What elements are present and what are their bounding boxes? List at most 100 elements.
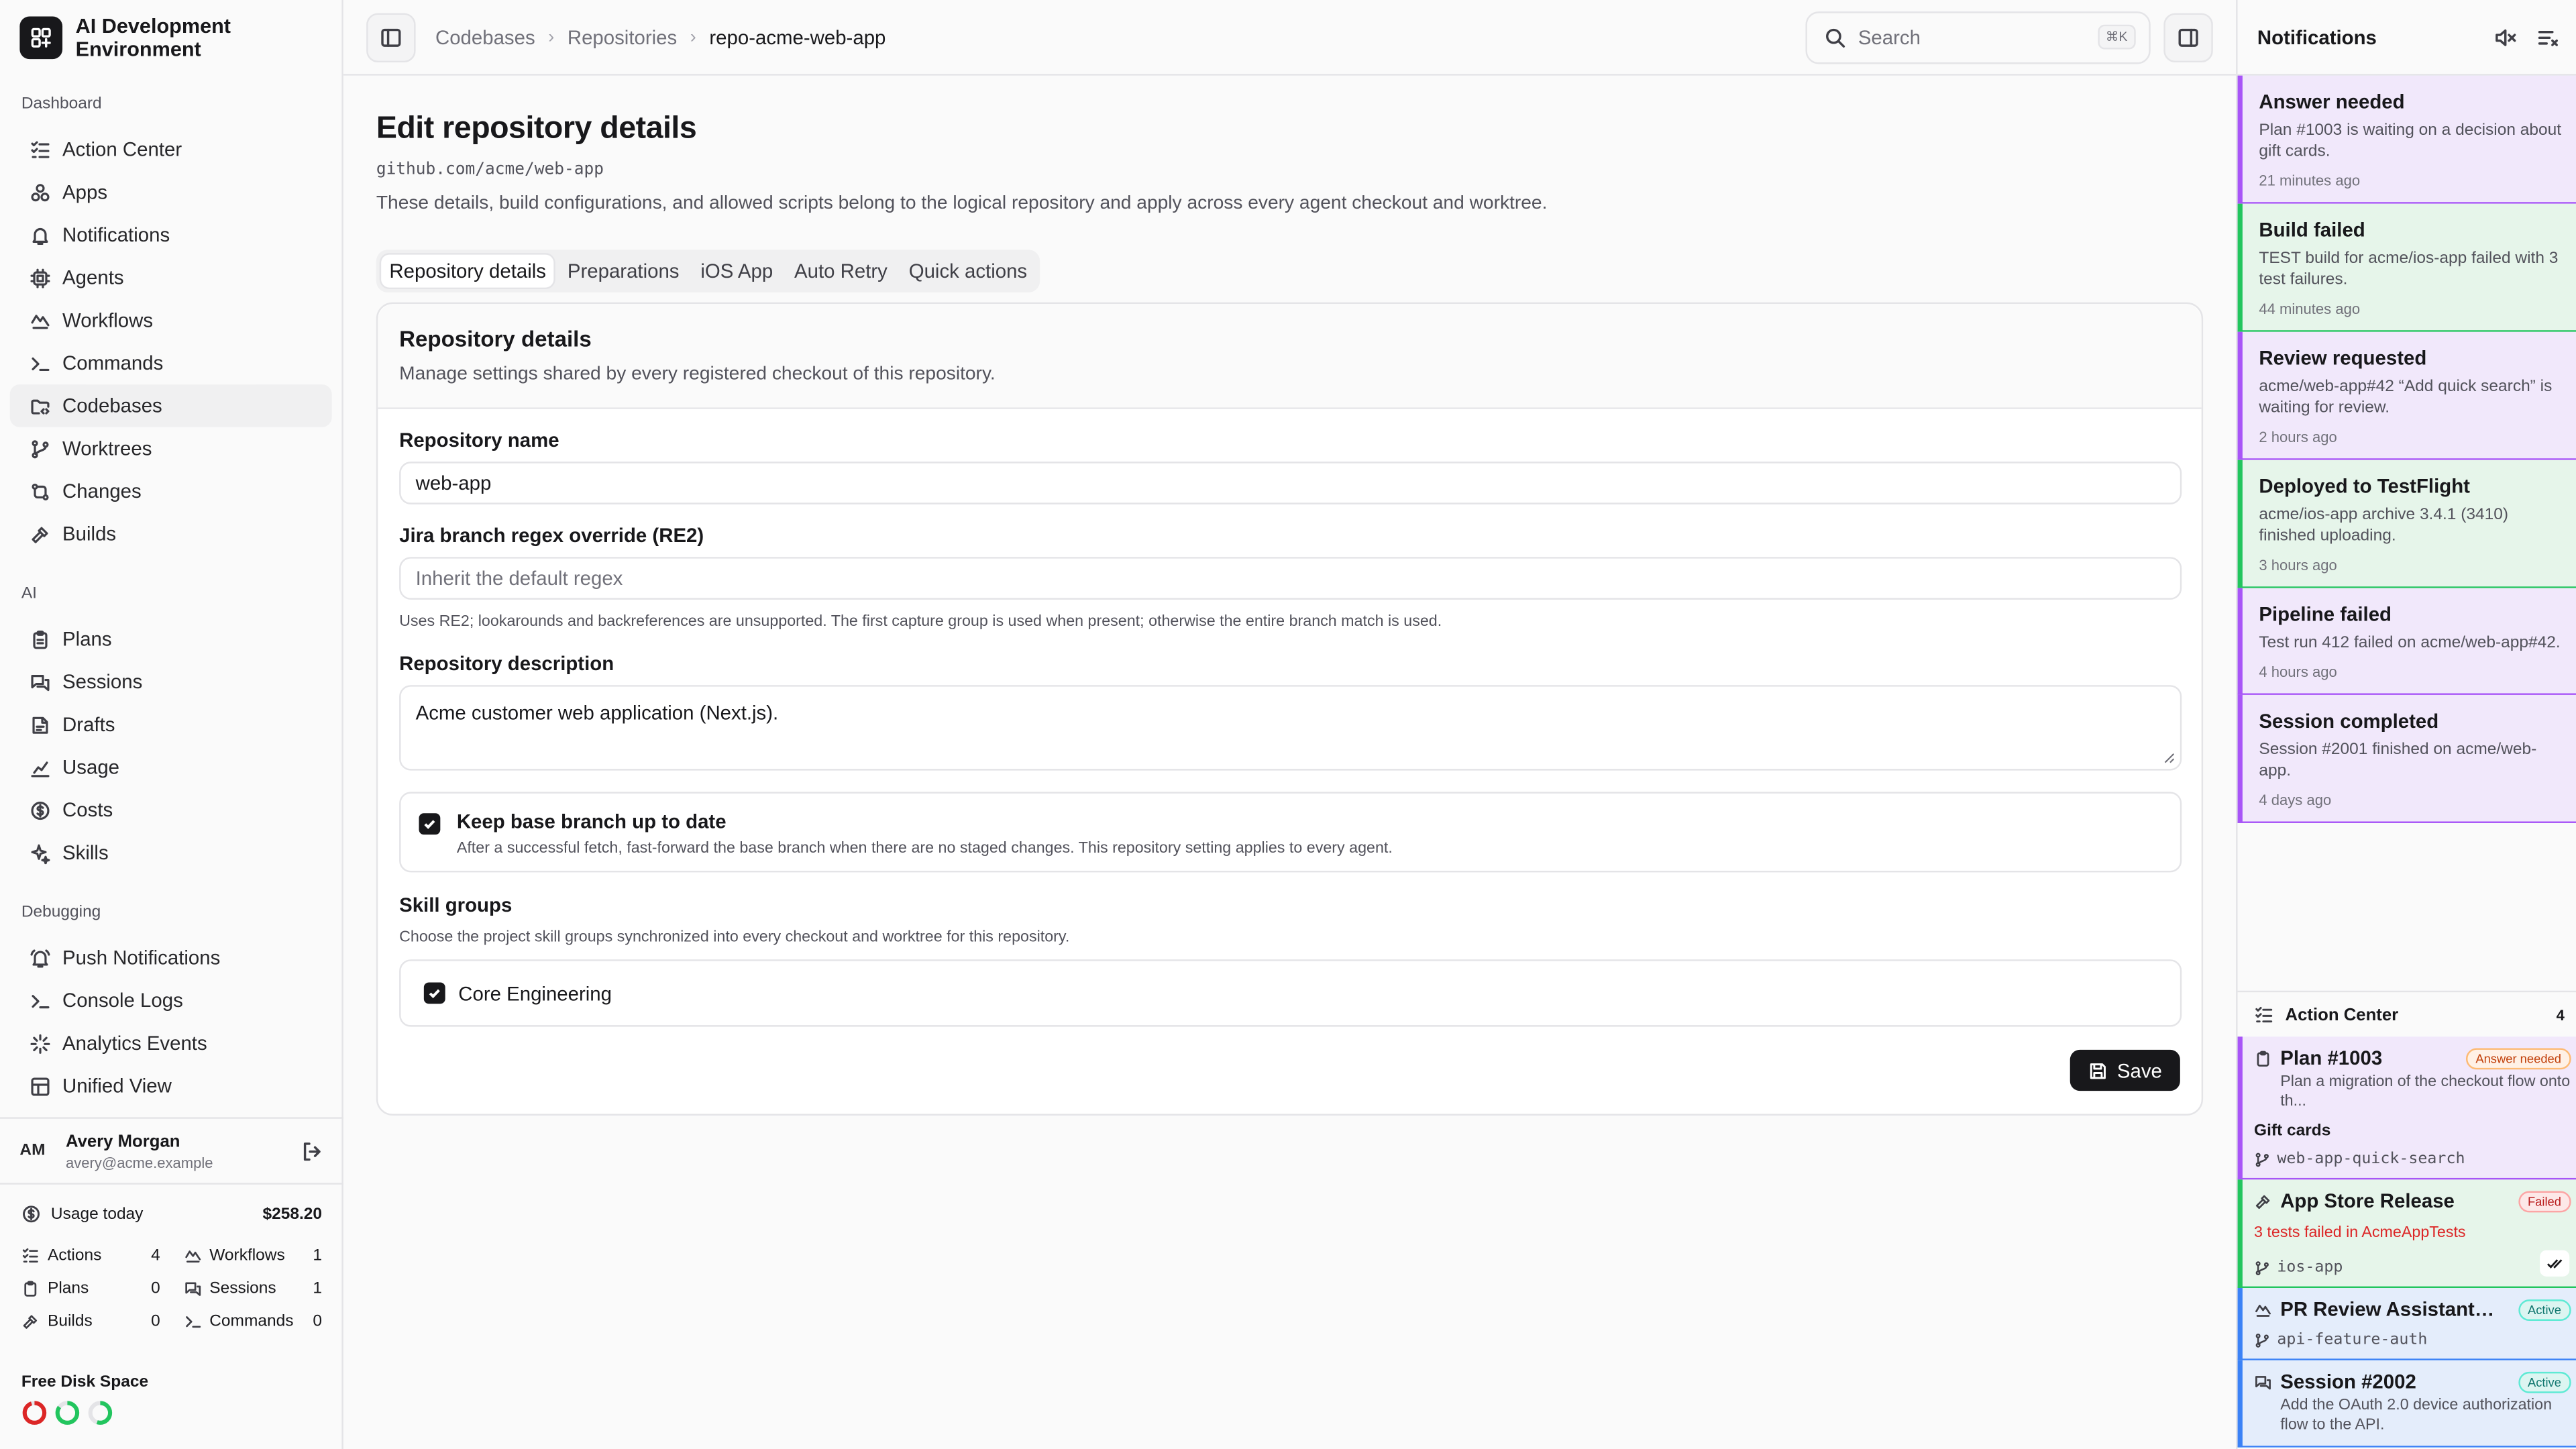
top-bar: Codebases › Repositories › repo-acme-web… (343, 0, 2237, 76)
nav-debugging: Debugging Push Notifications Console Log… (0, 904, 341, 1108)
keep-base-branch-checkbox[interactable] (419, 813, 441, 835)
chat-icon (184, 1282, 200, 1296)
tab-preparations[interactable]: Preparations (559, 255, 688, 288)
resize-handle-icon[interactable] (2163, 753, 2175, 764)
action-item-branch: ios-app (2254, 1258, 2571, 1277)
nav-item-commands[interactable]: Commands (10, 341, 332, 384)
notification-item[interactable]: Pipeline failed Test run 412 failed on ac… (2237, 588, 2576, 695)
nav-item-analytics-events[interactable]: Analytics Events (10, 1022, 332, 1065)
nav-item-apps[interactable]: Apps (10, 171, 332, 214)
nav-item-drafts[interactable]: Drafts (10, 703, 332, 746)
stat-commands[interactable]: Commands 0 (183, 1313, 322, 1331)
nav-item-skills[interactable]: Skills (10, 831, 332, 874)
mark-done-button[interactable] (2540, 1250, 2570, 1277)
stat-builds[interactable]: Builds 0 (21, 1313, 160, 1331)
analytics-icon (30, 1033, 50, 1053)
nav-item-label: Worktrees (62, 437, 152, 460)
chevron-right-icon: › (548, 27, 555, 47)
keep-base-branch-text: Keep base branch up to date After a succ… (457, 810, 1393, 857)
search-shortcut: ⌘K (2097, 24, 2136, 50)
breadcrumb-repositories[interactable]: Repositories (568, 25, 677, 48)
action-item-description: Plan a migration of the checkout flow on… (2280, 1073, 2571, 1111)
repository-name-input[interactable]: web-app (399, 462, 2182, 504)
breadcrumb-codebases[interactable]: Codebases (435, 25, 535, 48)
stat-value: 0 (151, 1279, 160, 1298)
brand[interactable]: AI Development Environment (0, 0, 341, 76)
search-input[interactable]: Search ⌘K (1805, 10, 2151, 64)
logout-icon[interactable] (301, 1140, 323, 1163)
nav-item-agents[interactable]: Agents (10, 256, 332, 299)
nav-item-worktrees[interactable]: Worktrees (10, 427, 332, 470)
stat-workflows[interactable]: Workflows 1 (183, 1247, 322, 1265)
stat-plans[interactable]: Plans 0 (21, 1280, 160, 1298)
apps-icon (31, 183, 50, 201)
action-item-error: 3 tests failed in AcmeAppTests (2254, 1224, 2466, 1242)
action-center-header[interactable]: Action Center 4 (2237, 990, 2576, 1037)
nav-item-plans[interactable]: Plans (10, 618, 332, 661)
action-item-app-store-release[interactable]: App Store Release Failed 3 tests failed … (2237, 1179, 2576, 1289)
user-profile[interactable]: AM Avery Morgan avery@acme.example (0, 1117, 343, 1183)
core-engineering-checkbox[interactable] (423, 982, 445, 1004)
notifications-panel: Notifications Answer needed Plan #1003 is… (2236, 0, 2576, 1449)
nav-item-label: Action Center (62, 138, 182, 162)
nav-item-notifications[interactable]: Notifications (10, 213, 332, 256)
repository-description-textarea[interactable]: Acme customer web application (Next.js). (399, 685, 2182, 771)
chart-icon (31, 761, 50, 777)
nav-item-codebases[interactable]: Codebases (9, 384, 332, 427)
notification-item[interactable]: Answer needed Plan #1003 is waiting on a … (2237, 75, 2576, 204)
tab-quick-actions[interactable]: Quick actions (900, 255, 1035, 288)
stat-sessions[interactable]: Sessions 1 (183, 1280, 322, 1298)
keep-base-branch-option[interactable]: Keep base branch up to date After a succ… (399, 792, 2182, 873)
nav-item-action-center[interactable]: Action Center (10, 128, 332, 171)
nav-item-console-logs[interactable]: Console Logs (10, 979, 332, 1022)
notification-item[interactable]: Build failed TEST build for acme/ios-app … (2237, 203, 2576, 332)
status-badge: Failed (2518, 1190, 2571, 1212)
stat-actions[interactable]: Actions 4 (21, 1247, 160, 1265)
save-button[interactable]: Save (2069, 1049, 2180, 1091)
repository-description-label: Repository description (399, 652, 614, 676)
sidebar: AI Development Environment Dashboard Act… (0, 0, 343, 1449)
usage-today[interactable]: Usage today $258.20 (21, 1201, 322, 1227)
notification-item[interactable]: Review requested acme/web-app#42 “Add qui… (2237, 331, 2576, 460)
nav-item-changes[interactable]: Changes (10, 470, 332, 513)
tab-repository-details[interactable]: Repository details (381, 254, 555, 288)
jira-regex-input[interactable]: Inherit the default regex (399, 557, 2182, 600)
repository-description-value: Acme customer web application (Next.js). (415, 701, 779, 725)
stat-label: Sessions (209, 1279, 276, 1298)
action-center-list: Plan #1003 Answer needed Plan a migratio… (2237, 1036, 2576, 1448)
tab-auto-retry[interactable]: Auto Retry (786, 255, 896, 288)
stat-value: 1 (313, 1279, 323, 1298)
sparkle-icon (31, 843, 50, 863)
action-item-plan[interactable]: Plan #1003 Answer needed Plan a migratio… (2237, 1036, 2576, 1180)
nav-item-unified-view[interactable]: Unified View (10, 1065, 332, 1108)
toggle-sidebar-button[interactable] (366, 12, 416, 62)
nav-item-usage[interactable]: Usage (10, 746, 332, 789)
notifications-header: Notifications (2237, 0, 2576, 76)
user-email: avery@acme.example (65, 1154, 213, 1171)
nav-item-costs[interactable]: Costs (10, 789, 332, 832)
action-item-session[interactable]: Session #2002 Active Add the OAuth 2.0 d… (2237, 1360, 2576, 1448)
status-badge: Active (2518, 1371, 2571, 1393)
nav-item-sessions[interactable]: Sessions (10, 660, 332, 703)
nav-item-workflows[interactable]: Workflows (10, 299, 332, 342)
bell-icon (32, 227, 48, 244)
bell-ring-icon (30, 949, 50, 967)
terminal-icon (32, 356, 50, 370)
search-placeholder: Search (1858, 25, 1921, 49)
dollar-icon (23, 1205, 40, 1223)
jira-regex-hint: Uses RE2; lookarounds and backreferences… (399, 612, 1442, 631)
list-check-icon (22, 1248, 38, 1263)
nav-item-label: Analytics Events (62, 1031, 207, 1055)
tab-ios-app[interactable]: iOS App (692, 255, 781, 288)
stat-label: Builds (48, 1312, 93, 1331)
nav-item-builds[interactable]: Builds (10, 513, 332, 555)
notification-item[interactable]: Deployed to TestFlight acme/ios-app archi… (2237, 460, 2576, 588)
nav-item-push-notifications[interactable]: Push Notifications (10, 936, 332, 979)
hammer-icon (32, 526, 48, 543)
toggle-notifications-panel-button[interactable] (2163, 12, 2213, 62)
mute-icon[interactable] (2494, 25, 2517, 48)
notification-item[interactable]: Session completed Session #2001 finished … (2237, 694, 2576, 823)
action-item-pr-review[interactable]: PR Review Assistant #4… Active api-featu… (2237, 1288, 2576, 1360)
skill-group-core-engineering[interactable]: Core Engineering (399, 959, 2182, 1027)
clear-all-icon[interactable] (2536, 25, 2559, 48)
